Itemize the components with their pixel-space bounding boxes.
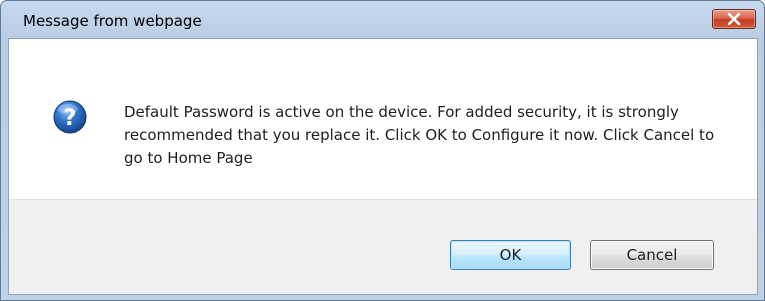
close-icon xyxy=(727,13,741,25)
close-button[interactable] xyxy=(712,9,756,29)
svg-text:?: ? xyxy=(64,106,77,131)
button-bar: OK Cancel xyxy=(9,199,757,294)
dialog-client-area: ? Default Password is active on the devi… xyxy=(8,38,758,295)
message-area: ? Default Password is active on the devi… xyxy=(9,39,757,199)
window-title: Message from webpage xyxy=(23,12,202,30)
message-dialog-window: Message from webpage ? Default Password … xyxy=(0,0,765,301)
question-icon: ? xyxy=(53,100,87,134)
dialog-message: Default Password is active on the device… xyxy=(124,103,715,167)
ok-button[interactable]: OK xyxy=(450,240,571,270)
cancel-button[interactable]: Cancel xyxy=(590,240,714,270)
title-bar[interactable]: Message from webpage xyxy=(1,1,764,37)
